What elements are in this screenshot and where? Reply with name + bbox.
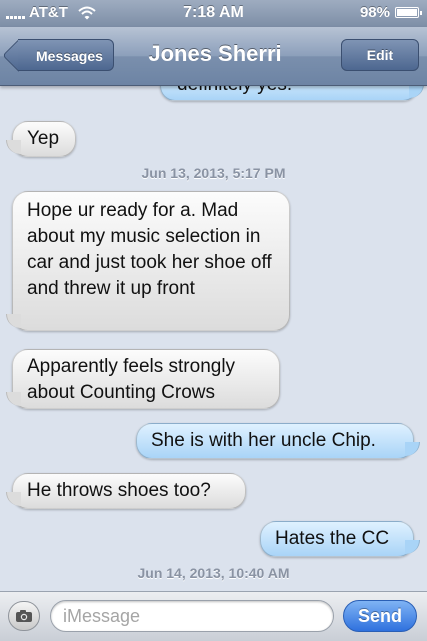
message-received[interactable]: Hope ur ready for a. Mad about my music … bbox=[6, 191, 290, 331]
send-button[interactable]: Send bbox=[343, 600, 417, 632]
back-button[interactable]: Messages bbox=[18, 39, 114, 71]
battery-level bbox=[397, 9, 417, 16]
message-sent[interactable]: Hates the CC bbox=[260, 521, 420, 557]
status-bar: AT&T 7:18 AM 98% bbox=[0, 0, 427, 27]
status-right: 98% bbox=[359, 4, 422, 21]
battery-percent: 98% bbox=[359, 4, 390, 21]
composer-bar: Send bbox=[0, 591, 427, 641]
message-received[interactable]: Yep bbox=[6, 121, 76, 157]
message-timestamp: Jun 14, 2013, 10:40 AM bbox=[137, 565, 290, 581]
conversation-title: Jones Sherri bbox=[148, 41, 282, 66]
message-thread[interactable]: definitely yes. Yep Jun 13, 2013, 5:17 P… bbox=[0, 85, 427, 591]
message-received[interactable]: He throws shoes too? bbox=[6, 473, 246, 509]
camera-icon bbox=[16, 610, 32, 622]
camera-button[interactable] bbox=[8, 601, 40, 631]
message-timestamp: Jun 13, 2013, 5:17 PM bbox=[141, 165, 286, 181]
message-input[interactable] bbox=[50, 600, 334, 632]
message-sent[interactable]: She is with her uncle Chip. bbox=[136, 423, 420, 459]
battery-icon bbox=[395, 7, 422, 18]
message-sent-partial[interactable]: definitely yes. bbox=[160, 85, 424, 101]
edit-button[interactable]: Edit bbox=[341, 39, 419, 71]
message-received[interactable]: Apparently feels strongly about Counting… bbox=[6, 349, 280, 409]
navigation-bar: Messages Jones Sherri Edit bbox=[0, 27, 427, 86]
